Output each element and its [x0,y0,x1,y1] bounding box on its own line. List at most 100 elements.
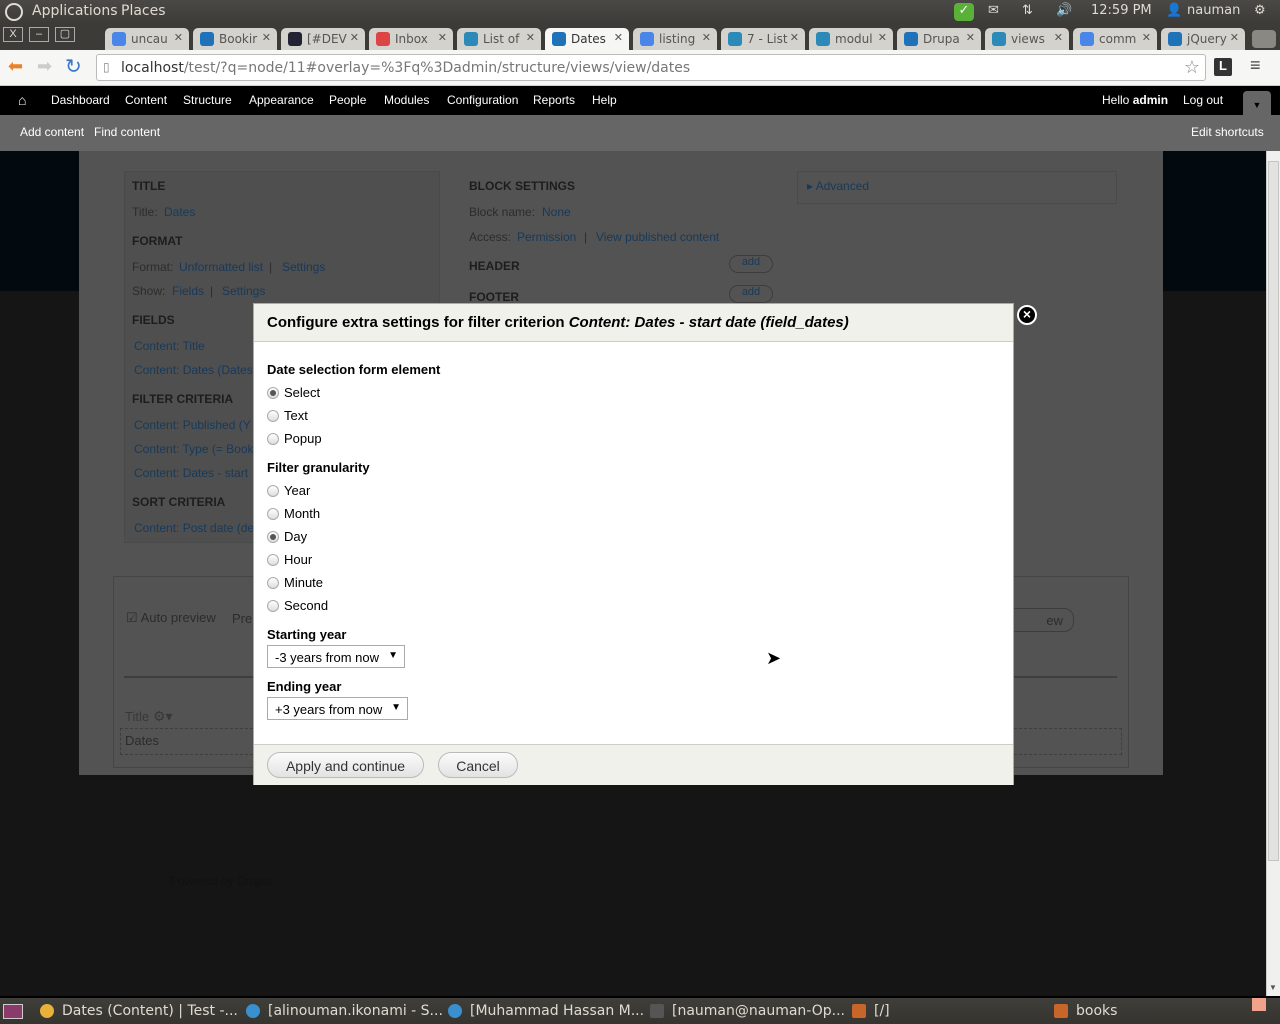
tab-close-icon[interactable]: ✕ [614,31,623,44]
ending-year-select[interactable]: +3 years from now ▼ [267,697,408,720]
browser-tab[interactable]: Drupa ✕ [897,28,981,50]
tab-close-icon[interactable]: ✕ [1054,31,1063,44]
network-icon[interactable]: ⇅ [1022,3,1033,18]
logout-link[interactable]: Log out [1183,93,1223,107]
show-desktop-icon[interactable] [3,1004,23,1019]
radio-day[interactable] [267,531,279,543]
user-menu[interactable]: nauman [1187,3,1240,18]
auto-preview-checkbox[interactable]: ☑ Auto preview [126,610,216,626]
radio-label[interactable]: Minute [284,575,323,590]
radio-label[interactable]: Day [284,529,307,544]
filter-item[interactable]: Content: Dates - start [134,466,248,480]
dialog-close-icon[interactable]: × [1017,305,1037,325]
username-link[interactable]: admin [1133,93,1168,107]
workspace-switcher[interactable] [1252,998,1266,1011]
scroll-down-icon[interactable]: ▼ [1269,983,1277,992]
bookmark-star-icon[interactable]: ☆ [1184,57,1200,78]
menu-people[interactable]: People [329,93,366,107]
clock[interactable]: 12:59 PM [1091,3,1152,18]
taskbar-item[interactable]: [alinouman.ikonami - S... [238,998,443,1024]
show-settings-link[interactable]: Settings [222,284,265,298]
page-scrollbar[interactable]: ▼ [1266,151,1280,996]
power-icon[interactable]: ⚙ [1254,3,1266,18]
home-icon[interactable]: ⌂ [18,92,26,108]
menu-help[interactable]: Help [592,93,617,107]
forward-icon[interactable]: ➡ [37,56,52,77]
menu-content[interactable]: Content [125,93,167,107]
tab-close-icon[interactable]: ✕ [966,31,975,44]
apply-and-continue-button[interactable]: Apply and continue [267,752,424,778]
header-add-button[interactable]: add [729,255,773,273]
radio-label[interactable]: Year [284,483,310,498]
browser-tab[interactable]: Dates ✕ [545,28,629,50]
tab-close-icon[interactable]: ✕ [702,31,711,44]
taskbar-item[interactable]: [nauman@nauman-Op... [642,998,845,1024]
mail-icon[interactable]: ✉ [988,3,999,18]
volume-icon[interactable]: 🔊 [1056,3,1072,18]
edit-shortcuts-link[interactable]: Edit shortcuts [1191,125,1264,139]
browser-tab[interactable]: Inbox ✕ [369,28,453,50]
taskbar-item[interactable]: Dates (Content) | Test -... [32,998,238,1024]
radio-year[interactable] [267,485,279,497]
reload-icon[interactable]: ↻ [65,54,82,79]
address-bar[interactable]: ▯ localhost/test/?q=node/11#overlay=%3Fq… [96,54,1206,81]
field-item[interactable]: Content: Title [134,339,205,353]
tab-close-icon[interactable]: ✕ [262,31,271,44]
menu-configuration[interactable]: Configuration [447,93,518,107]
ubuntu-logo-icon[interactable] [5,3,23,21]
browser-tab[interactable]: uncau ✕ [105,28,189,50]
tab-close-icon[interactable]: ✕ [438,31,447,44]
access-detail-link[interactable]: View published content [596,230,719,244]
radio-label[interactable]: Month [284,506,320,521]
radio-month[interactable] [267,508,279,520]
places-menu[interactable]: Places [121,3,166,19]
filter-item[interactable]: Content: Type (= Book [134,442,254,456]
block-name-link[interactable]: None [542,205,571,219]
browser-tab[interactable]: modul ✕ [809,28,893,50]
taskbar-item[interactable]: [Muhammad Hassan M... [440,998,644,1024]
radio-label[interactable]: Second [284,598,328,613]
gear-icon[interactable]: ⚙▾ [153,708,173,725]
tab-close-icon[interactable]: ✕ [790,31,799,44]
toolbar-drawer-toggle[interactable]: ▼ [1243,91,1271,115]
tab-close-icon[interactable]: ✕ [526,31,535,44]
window-minimize-button[interactable]: – [29,27,49,42]
radio-label[interactable]: Select [284,385,320,400]
chrome-menu-icon[interactable]: ≡ [1250,55,1261,76]
browser-tab[interactable]: comm ✕ [1073,28,1157,50]
radio-label[interactable]: Text [284,408,308,423]
format-value-link[interactable]: Unformatted list [179,260,263,274]
radio-label[interactable]: Hour [284,552,312,567]
filter-item[interactable]: Content: Published (Y [134,418,251,432]
field-item[interactable]: Content: Dates (Dates [134,363,253,377]
shortcut-find-content[interactable]: Find content [94,125,160,139]
radio-hour[interactable] [267,554,279,566]
browser-tab[interactable]: [#DEV ✕ [281,28,365,50]
browser-tab[interactable]: listing ✕ [633,28,717,50]
sort-item[interactable]: Content: Post date (de [134,521,254,535]
radio-popup[interactable] [267,433,279,445]
tab-close-icon[interactable]: ✕ [174,31,183,44]
menu-structure[interactable]: Structure [183,93,232,107]
advanced-toggle[interactable]: ▸ Advanced [807,179,869,193]
title-value-link[interactable]: Dates [164,205,195,219]
access-permission-link[interactable]: Permission [517,230,576,244]
browser-tab[interactable]: List of ✕ [457,28,541,50]
browser-tab[interactable]: views ✕ [985,28,1069,50]
cancel-button[interactable]: Cancel [438,752,518,778]
applications-menu[interactable]: Applications [32,3,118,19]
radio-select[interactable] [267,387,279,399]
radio-text[interactable] [267,410,279,422]
radio-second[interactable] [267,600,279,612]
menu-reports[interactable]: Reports [533,93,575,107]
update-check-icon[interactable]: ✓ [954,3,974,21]
window-close-button[interactable]: X [3,27,23,42]
browser-tab[interactable]: 7 - List ✕ [721,28,805,50]
taskbar-item[interactable]: [/] [844,998,1042,1024]
tab-close-icon[interactable]: ✕ [878,31,887,44]
tab-close-icon[interactable]: ✕ [1142,31,1151,44]
back-icon[interactable]: ⬅ [8,56,23,77]
menu-modules[interactable]: Modules [384,93,429,107]
new-tab-button[interactable] [1252,30,1276,48]
taskbar-item[interactable]: books [1046,998,1246,1024]
